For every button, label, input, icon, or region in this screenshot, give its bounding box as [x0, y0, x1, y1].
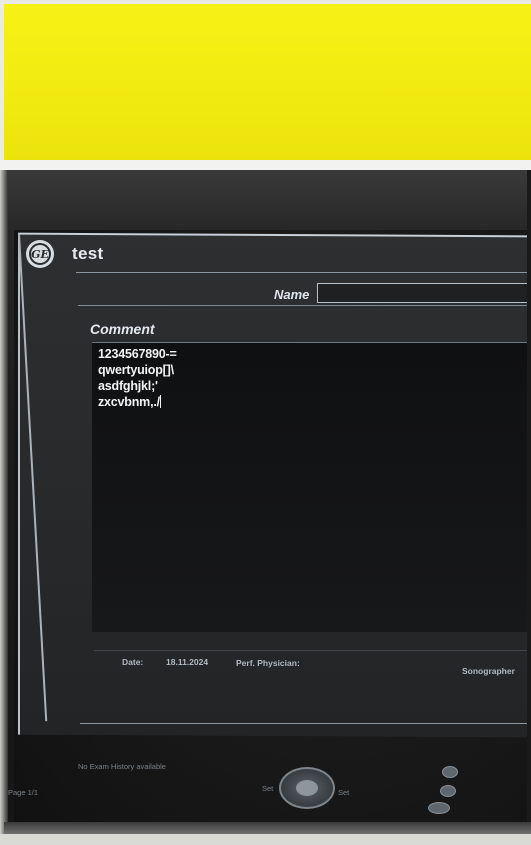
- control-key-icon[interactable]: [440, 785, 456, 797]
- set-right-label: Set: [338, 788, 350, 797]
- exam-history-status: No Exam History available: [78, 762, 166, 771]
- comment-line-4: zxcvbnm,./: [98, 395, 161, 409]
- comment-line-1: 1234567890-=: [98, 347, 177, 361]
- comment-label: Comment: [90, 321, 155, 337]
- physician-label: Perf. Physician:: [236, 658, 300, 668]
- text-cursor: [159, 395, 161, 408]
- trackball-icon[interactable]: [279, 767, 335, 809]
- monitor-left-edge: [0, 170, 8, 834]
- monitor-bezel-bottom: [4, 822, 531, 834]
- ge-logo-text: GE: [29, 243, 51, 265]
- comment-line-4-text: zxcvbnm,./: [98, 395, 160, 409]
- photo-root: GE test Name Comment 1234567890-= qwerty…: [0, 0, 531, 845]
- comment-line-2: qwertyuiop[]\: [98, 363, 174, 377]
- name-divider: [78, 305, 531, 306]
- name-input[interactable]: [317, 283, 531, 303]
- title-divider: [76, 272, 531, 273]
- page-indicator: Page 1/1: [8, 788, 39, 797]
- dialog-title: test: [72, 244, 104, 263]
- comment-line-3: asdfghjkl;': [98, 379, 158, 393]
- desk-surface: [0, 834, 531, 845]
- monitor-right-edge: [527, 170, 531, 834]
- trackball-center-icon: [296, 780, 318, 796]
- set-left-label: Set: [262, 784, 274, 793]
- date-label: Date:: [122, 657, 144, 667]
- control-key-icon[interactable]: [428, 802, 450, 814]
- control-key-icon[interactable]: [442, 766, 458, 778]
- name-label: Name: [274, 287, 310, 302]
- yellow-object: [4, 4, 531, 160]
- sonographer-label: Sonographer: [462, 666, 515, 676]
- dialog-bottom-border: [80, 723, 531, 724]
- ge-logo-icon: GE: [26, 240, 54, 268]
- footer-divider: [94, 650, 531, 651]
- date-value: 18.11.2024: [166, 657, 209, 667]
- monitor-bezel-top: [4, 170, 531, 234]
